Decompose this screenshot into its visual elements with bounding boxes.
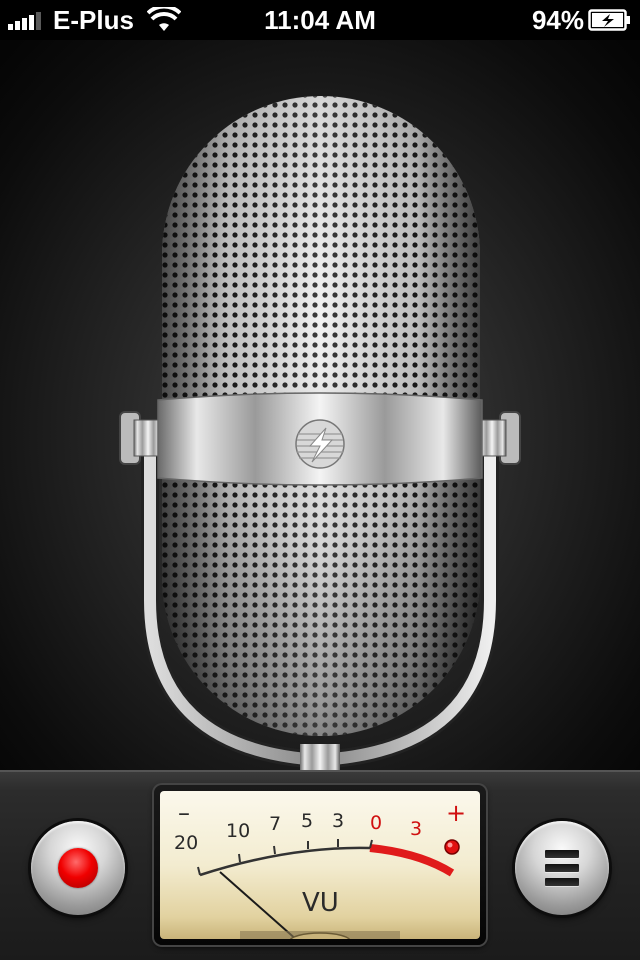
vu-red-zone	[369, 844, 455, 877]
battery-charging-icon	[588, 9, 630, 31]
lightning-logo-icon	[295, 419, 345, 469]
vu-scale-label: 3	[410, 818, 422, 840]
record-icon	[58, 848, 98, 888]
vu-plus-label: +	[446, 799, 466, 827]
record-button[interactable]	[31, 821, 125, 915]
vu-minus-label: –	[178, 799, 190, 827]
vu-scale-label: 0	[370, 812, 382, 834]
vu-unit-label: VU	[302, 888, 339, 918]
vu-scale-label: 5	[301, 810, 313, 832]
vu-meter: – + 20 10 7 5 3 0 3 VU	[154, 785, 486, 945]
peak-led	[444, 839, 460, 855]
vu-scale-label: 10	[226, 820, 250, 842]
vu-scale-label: 20	[174, 832, 198, 854]
status-bar: E-Plus 11:04 AM 94%	[0, 0, 640, 40]
vu-needle	[219, 871, 298, 939]
vu-scale-label: 3	[332, 810, 344, 832]
battery-percent: 94%	[531, 5, 584, 35]
vu-meter-face: – + 20 10 7 5 3 0 3 VU	[160, 791, 480, 939]
control-panel: – + 20 10 7 5 3 0 3 VU	[0, 770, 640, 960]
voice-memos-screen: E-Plus 11:04 AM 94% – + 20 10 7 5 3 0 3 …	[0, 0, 640, 960]
memos-list-button[interactable]	[515, 821, 609, 915]
vu-scale-label: 7	[269, 813, 281, 835]
microphone-icon	[119, 96, 521, 774]
list-icon	[545, 850, 579, 886]
